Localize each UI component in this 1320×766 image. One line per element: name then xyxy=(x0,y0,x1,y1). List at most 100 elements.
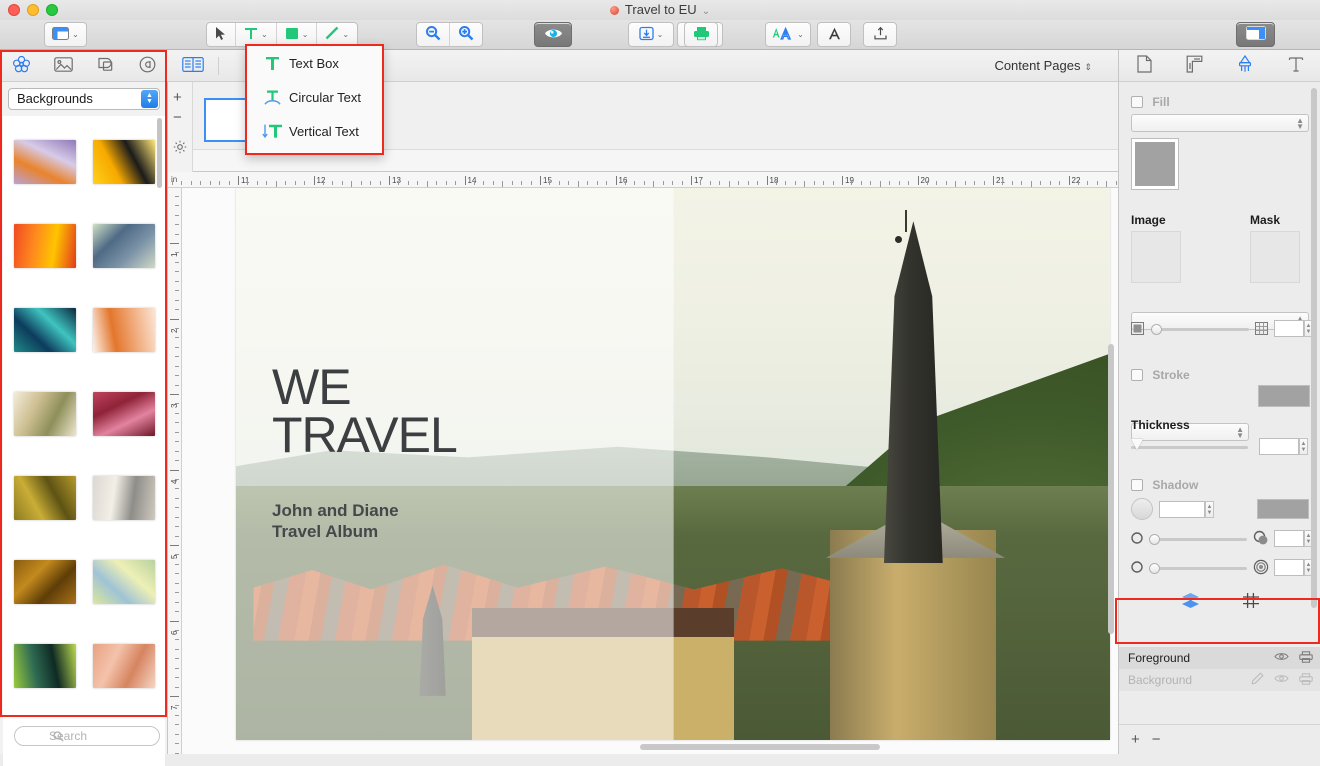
bg-teal-navy-swirl[interactable] xyxy=(13,308,76,352)
bg-lime-teal-ink[interactable] xyxy=(13,644,76,688)
shadow-checkbox[interactable] xyxy=(1131,478,1143,491)
image-opacity-row[interactable]: ▲ ▼ xyxy=(1131,320,1313,338)
stroke-row[interactable]: Stroke xyxy=(1131,367,1190,382)
spread-view-button[interactable] xyxy=(182,56,204,76)
image-opacity-slider[interactable] xyxy=(1151,324,1249,335)
text-style-button[interactable] xyxy=(817,22,851,47)
bg-orange-speckle[interactable] xyxy=(92,308,155,352)
export-button[interactable] xyxy=(863,22,897,47)
background-thumbnail-cell[interactable] xyxy=(5,288,84,372)
tile-pattern-icon[interactable] xyxy=(1255,322,1268,338)
bg-olive-gold-texture[interactable] xyxy=(13,476,76,520)
background-thumbnail-cell[interactable] xyxy=(84,288,163,372)
shadow-angle-dial[interactable] xyxy=(1131,498,1153,520)
eye-icon[interactable] xyxy=(1274,673,1289,687)
image-well[interactable] xyxy=(1131,231,1181,283)
chevron-down-icon[interactable]: ⌄ xyxy=(261,30,268,39)
content-pages-select[interactable]: Content Pages ⇕ xyxy=(994,58,1092,73)
menu-item-text-box[interactable]: Text Box xyxy=(247,46,382,80)
cover-title[interactable]: WE TRAVEL xyxy=(272,362,458,460)
inspector-toggle-button[interactable] xyxy=(1236,22,1275,47)
bg-cream-confetti[interactable] xyxy=(13,392,76,436)
thickness-stepper[interactable]: ▲ ▼ xyxy=(1299,438,1308,455)
menu-item-circular-text[interactable]: Circular Text xyxy=(247,80,382,114)
bg-red-orange-streaks[interactable] xyxy=(13,224,76,268)
thickness-slider[interactable] xyxy=(1131,439,1248,450)
page-sheet[interactable]: WE TRAVEL John and Diane Travel Album xyxy=(236,188,1110,740)
shadow-blur-field[interactable] xyxy=(1274,559,1304,576)
search-input[interactable]: Search xyxy=(14,726,160,746)
inspector-tab-document[interactable] xyxy=(1127,54,1161,78)
print-button[interactable] xyxy=(684,22,718,47)
shadow-offset-slider[interactable] xyxy=(1149,534,1247,545)
sidebar-tab-images[interactable] xyxy=(46,54,80,78)
background-thumbnail-cell[interactable] xyxy=(84,540,163,624)
view-layout-button[interactable]: ⌄ xyxy=(44,22,87,47)
popup-arrows-icon[interactable]: ▲ ▼ xyxy=(141,90,158,108)
shadow-blur-slider[interactable] xyxy=(1149,563,1247,574)
fill-color-swatch[interactable] xyxy=(1131,138,1179,190)
canvas-vertical-scrollbar[interactable] xyxy=(1108,344,1114,634)
shadow-angle-row[interactable]: ▲ ▼ xyxy=(1131,498,1311,521)
import-button[interactable]: ⌄ xyxy=(628,22,674,47)
background-thumbnail-cell[interactable] xyxy=(84,204,163,288)
thickness-row[interactable]: ▲ ▼ xyxy=(1131,438,1309,456)
background-thumbnail-cell[interactable] xyxy=(5,204,84,288)
background-thumbnail-cell[interactable] xyxy=(84,372,163,456)
sidebar-tab-backgrounds[interactable] xyxy=(4,54,38,78)
vertical-ruler[interactable]: 1234567 xyxy=(168,188,182,754)
canvas-horizontal-scrollbar[interactable] xyxy=(640,744,880,750)
eye-icon[interactable] xyxy=(1274,651,1289,665)
cover-subtitle[interactable]: John and Diane Travel Album xyxy=(272,500,399,542)
background-thumbnail-cell[interactable] xyxy=(84,456,163,540)
shadow-row[interactable]: Shadow xyxy=(1131,477,1198,492)
shadow-angle-field[interactable] xyxy=(1159,501,1205,518)
inspector-scrollbar[interactable] xyxy=(1311,88,1317,608)
thickness-field[interactable] xyxy=(1259,438,1299,455)
add-layer-button[interactable]: + xyxy=(1131,731,1140,748)
sidebar-tab-shapes[interactable] xyxy=(88,54,122,78)
bg-pastel-yellow-blue[interactable] xyxy=(92,560,155,604)
printer-icon[interactable] xyxy=(1299,650,1313,666)
chevron-down-icon[interactable]: ⌄ xyxy=(302,30,309,39)
shadow-offset-row[interactable]: ▲ ▼ xyxy=(1131,530,1313,548)
cover-photo[interactable] xyxy=(236,188,1110,740)
background-thumbnail-cell[interactable] xyxy=(84,120,163,204)
background-thumbnail-cell[interactable] xyxy=(5,624,84,708)
chevron-down-icon[interactable]: ⌄ xyxy=(342,30,349,39)
zoom-out-button[interactable] xyxy=(417,23,450,46)
chevron-down-icon[interactable]: ⌄ xyxy=(702,6,710,17)
shadow-offset-field[interactable] xyxy=(1274,530,1304,547)
add-page-button[interactable]: + xyxy=(173,90,182,105)
slider-handle[interactable] xyxy=(1149,563,1160,574)
stroke-color-swatch[interactable] xyxy=(1258,385,1310,407)
bg-blue-green-wash[interactable] xyxy=(92,224,155,268)
bg-yellow-black-stroke[interactable] xyxy=(92,140,155,184)
layers-tab[interactable] xyxy=(1181,592,1200,612)
slider-handle[interactable] xyxy=(1149,534,1160,545)
gear-icon[interactable] xyxy=(173,140,187,157)
backgrounds-scrollbar[interactable] xyxy=(157,118,162,188)
remove-layer-button[interactable]: − xyxy=(1152,731,1161,748)
bg-salmon-linen[interactable] xyxy=(92,644,155,688)
zoom-in-button[interactable] xyxy=(450,23,482,46)
printer-icon[interactable] xyxy=(1299,672,1313,688)
line-tool[interactable]: ⌄ xyxy=(317,23,357,46)
sidebar-tab-text-assets[interactable] xyxy=(130,54,164,78)
bg-magenta-fabric[interactable] xyxy=(92,392,155,436)
chevron-down-icon[interactable]: ⌄ xyxy=(657,30,664,39)
horizontal-ruler[interactable]: in 11 12 13 14 15 16 17 18 19 20 21 22 xyxy=(168,174,1118,188)
bg-purple-orange[interactable] xyxy=(13,140,76,184)
fonts-button[interactable]: ⌄ xyxy=(765,22,811,47)
bg-gray-cream-cloud[interactable] xyxy=(92,476,155,520)
slider-handle[interactable] xyxy=(1131,439,1143,450)
image-opacity-field[interactable] xyxy=(1274,320,1304,337)
background-thumbnail-cell[interactable] xyxy=(5,120,84,204)
shape-tool[interactable]: ⌄ xyxy=(277,23,318,46)
menu-item-vertical-text[interactable]: Vertical Text xyxy=(247,114,382,148)
chevron-down-icon[interactable]: ⌄ xyxy=(72,30,79,39)
text-tool[interactable]: ⌄ xyxy=(236,23,277,46)
shadow-angle-stepper[interactable]: ▲ ▼ xyxy=(1205,501,1214,518)
chevron-down-icon[interactable]: ⌄ xyxy=(797,30,804,39)
layer-row-background[interactable]: Background xyxy=(1119,669,1320,691)
